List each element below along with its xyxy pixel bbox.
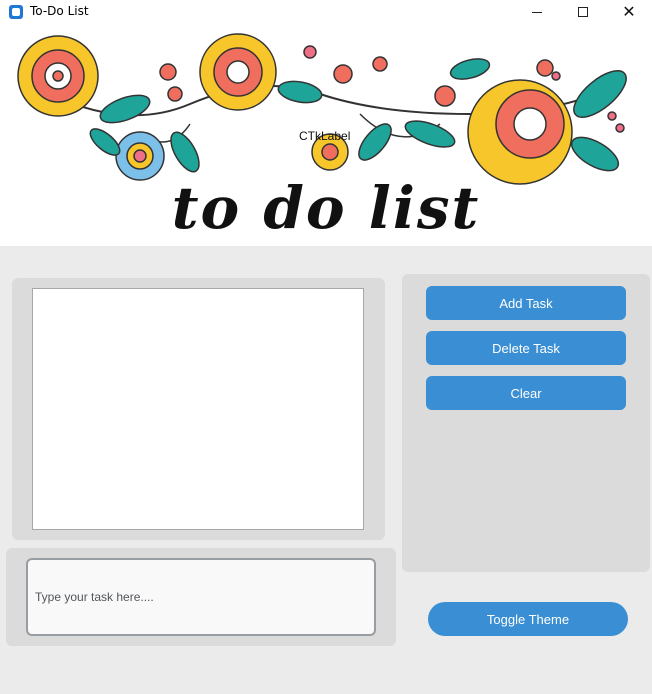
close-icon: ✕ xyxy=(622,2,636,21)
task-input[interactable] xyxy=(26,558,376,636)
maximize-icon xyxy=(578,7,588,17)
minimize-icon xyxy=(532,11,542,13)
minimize-button[interactable] xyxy=(514,0,560,24)
ctk-label: CTkLabel xyxy=(299,129,351,143)
clear-button[interactable]: Clear xyxy=(426,376,626,410)
maximize-button[interactable] xyxy=(560,0,606,24)
add-task-button[interactable]: Add Task xyxy=(426,286,626,320)
toggle-theme-button[interactable]: Toggle Theme xyxy=(428,602,628,636)
banner-image: CTkLabel to do list xyxy=(0,24,652,246)
task-listbox[interactable] xyxy=(32,288,364,530)
app-icon xyxy=(9,5,23,19)
close-button[interactable]: ✕ xyxy=(606,0,652,24)
delete-task-button[interactable]: Delete Task xyxy=(426,331,626,365)
window-title: To-Do List xyxy=(30,4,89,18)
banner-title: to do list xyxy=(171,174,481,242)
window-titlebar[interactable]: To-Do List ✕ xyxy=(0,0,652,24)
